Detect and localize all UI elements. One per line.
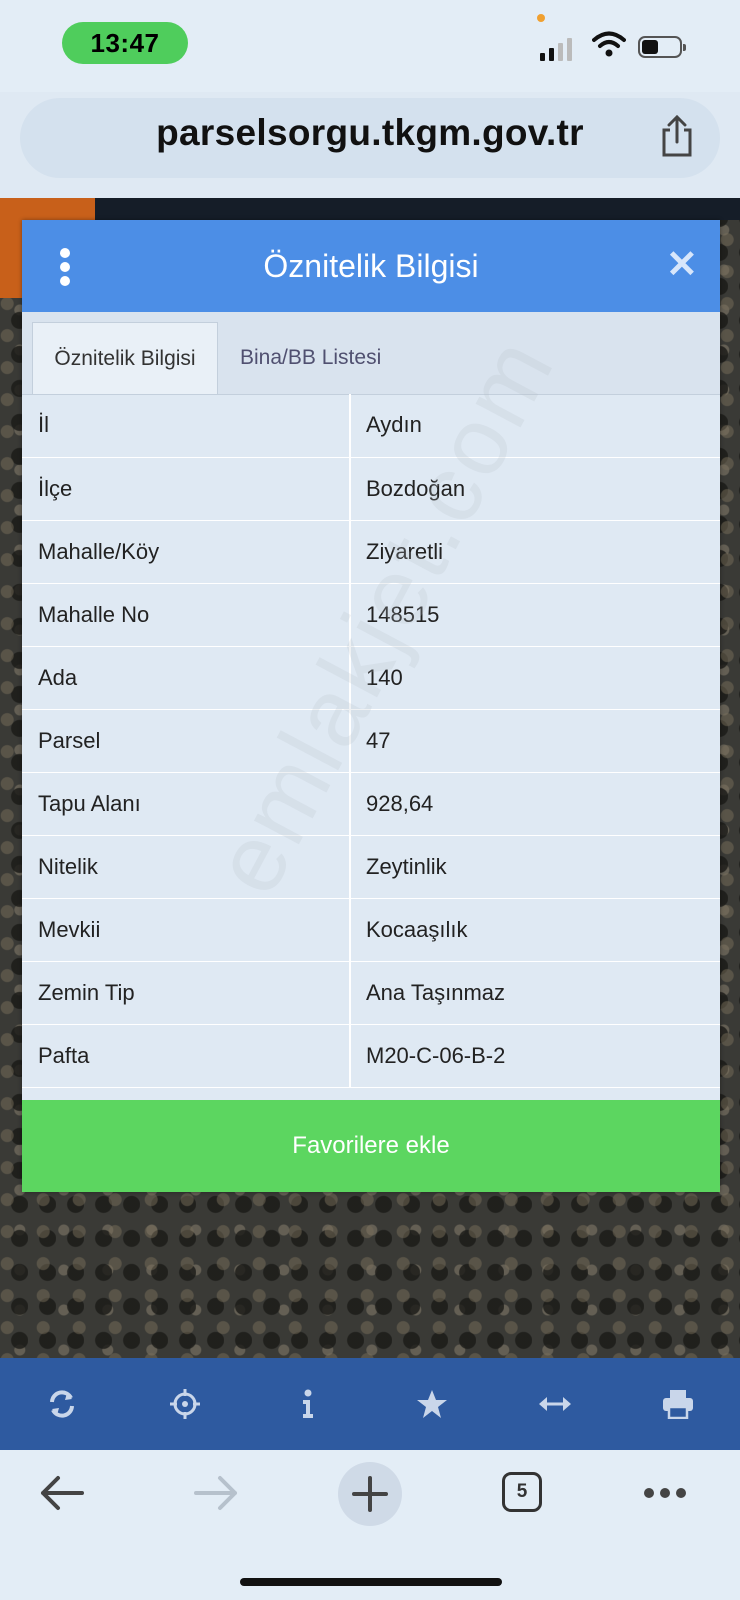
plus-icon[interactable] bbox=[352, 1476, 388, 1512]
table-row: Mevkii Kocaaşılık bbox=[22, 898, 720, 962]
tab-building-list[interactable]: Bina/BB Listesi bbox=[240, 322, 381, 394]
refresh-icon[interactable] bbox=[0, 1358, 123, 1450]
locate-icon[interactable] bbox=[123, 1358, 246, 1450]
home-indicator[interactable] bbox=[240, 1578, 502, 1586]
row-value: Ziyaretli bbox=[350, 520, 720, 584]
row-value: Zeytinlik bbox=[350, 835, 720, 899]
row-key: İlçe bbox=[22, 457, 351, 521]
row-key: Mevkii bbox=[22, 898, 351, 962]
panel-tabs: Öznitelik Bilgisi Bina/BB Listesi bbox=[22, 312, 720, 395]
table-row: Mahalle No 148515 bbox=[22, 583, 720, 647]
row-key: Pafta bbox=[22, 1024, 351, 1088]
print-icon[interactable] bbox=[617, 1358, 740, 1450]
table-row: Mahalle/Köy Ziyaretli bbox=[22, 520, 720, 584]
tab-attribute-info[interactable]: Öznitelik Bilgisi bbox=[32, 322, 218, 394]
row-key: Nitelik bbox=[22, 835, 351, 899]
table-row: Zemin Tip Ana Taşınmaz bbox=[22, 961, 720, 1025]
row-key: Zemin Tip bbox=[22, 961, 351, 1025]
battery-icon bbox=[638, 36, 686, 58]
cellular-signal-icon bbox=[540, 38, 572, 61]
table-row: Ada 140 bbox=[22, 646, 720, 710]
row-value: 148515 bbox=[350, 583, 720, 647]
map-toolbar bbox=[0, 1358, 740, 1450]
share-icon[interactable] bbox=[660, 114, 694, 158]
attribute-info-panel: Öznitelik Bilgisi ✕ Öznitelik Bilgisi Bi… bbox=[22, 220, 720, 1192]
row-value: 140 bbox=[350, 646, 720, 710]
table-row: İlçe Bozdoğan bbox=[22, 457, 720, 521]
table-row: Pafta M20-C-06-B-2 bbox=[22, 1024, 720, 1088]
tab-switcher-button[interactable]: 5 bbox=[502, 1472, 542, 1512]
panel-title: Öznitelik Bilgisi bbox=[263, 248, 479, 284]
row-value: Ana Taşınmaz bbox=[350, 961, 720, 1025]
row-value: Bozdoğan bbox=[350, 457, 720, 521]
panel-header: Öznitelik Bilgisi ✕ bbox=[22, 220, 720, 312]
row-value: 928,64 bbox=[350, 772, 720, 836]
table-row: İl Aydın bbox=[22, 394, 720, 458]
privacy-indicator-dot bbox=[537, 14, 545, 22]
table-row: Nitelik Zeytinlik bbox=[22, 835, 720, 899]
row-key: Mahalle No bbox=[22, 583, 351, 647]
forward-arrow-icon[interactable] bbox=[192, 1474, 242, 1512]
row-value: Aydın bbox=[350, 394, 720, 458]
close-icon[interactable]: ✕ bbox=[666, 242, 698, 287]
row-value: Kocaaşılık bbox=[350, 898, 720, 962]
row-key: Mahalle/Köy bbox=[22, 520, 351, 584]
row-value: 47 bbox=[350, 709, 720, 773]
measure-icon[interactable] bbox=[493, 1358, 616, 1450]
add-to-favorites-button[interactable]: Favorilere ekle bbox=[22, 1100, 720, 1192]
back-arrow-icon[interactable] bbox=[36, 1474, 86, 1512]
map-top-strip bbox=[0, 198, 740, 220]
table-row: Parsel 47 bbox=[22, 709, 720, 773]
wifi-icon bbox=[592, 31, 626, 57]
more-options-icon[interactable] bbox=[644, 1488, 686, 1498]
attribute-table: İl Aydın İlçe Bozdoğan Mahalle/Köy Ziyaretl… bbox=[22, 394, 720, 1088]
address-bar-url[interactable]: parselsorgu.tkgm.gov.tr bbox=[0, 112, 740, 154]
row-key: Ada bbox=[22, 646, 351, 710]
info-icon[interactable] bbox=[247, 1358, 370, 1450]
row-key: İl bbox=[22, 394, 351, 458]
row-key: Tapu Alanı bbox=[22, 772, 351, 836]
table-row: Tapu Alanı 928,64 bbox=[22, 772, 720, 836]
row-value: M20-C-06-B-2 bbox=[350, 1024, 720, 1088]
status-time: 13:47 bbox=[62, 22, 188, 64]
row-key: Parsel bbox=[22, 709, 351, 773]
star-icon[interactable] bbox=[370, 1358, 493, 1450]
